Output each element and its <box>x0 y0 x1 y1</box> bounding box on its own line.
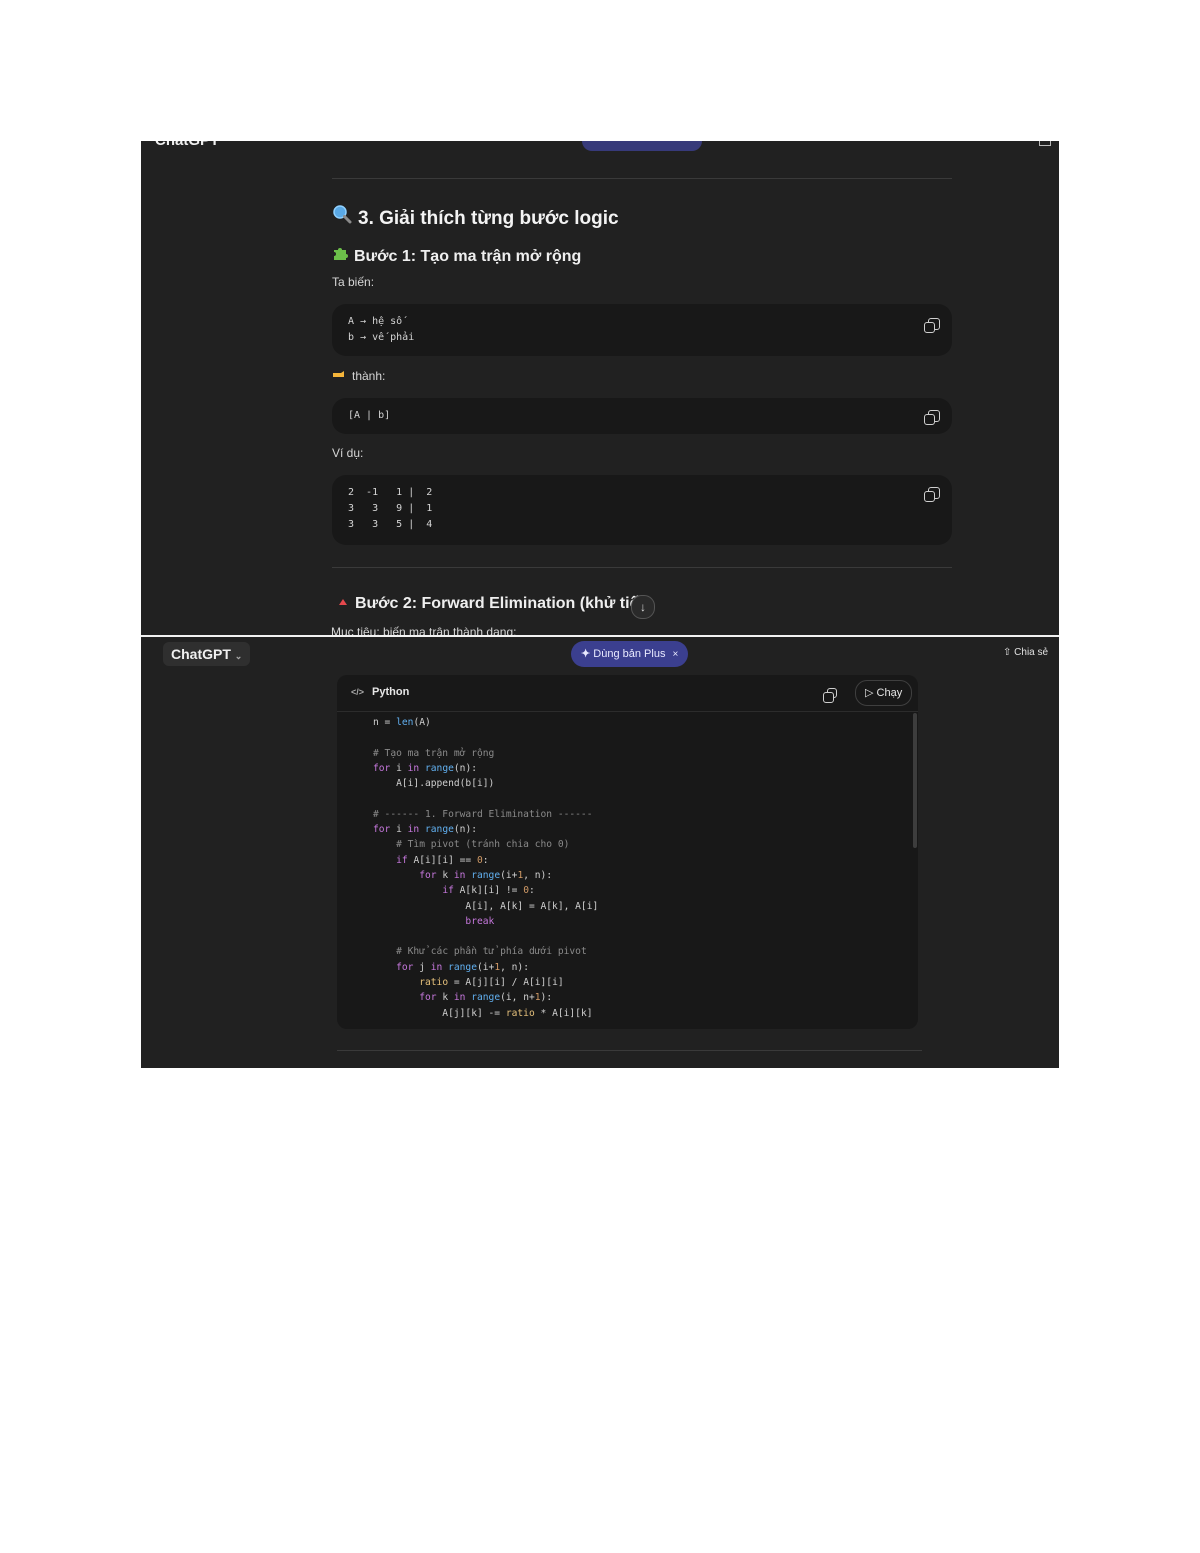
section-divider <box>332 567 952 568</box>
copy-icon[interactable] <box>924 487 940 502</box>
puzzle-icon <box>332 245 348 266</box>
step2-heading: Bước 2: Forward Elimination (khử tiến <box>337 595 648 613</box>
text-ta-bien: Ta biến: <box>332 275 375 289</box>
step1-title: Bước 1: Tạo ma trận mở rộng <box>354 248 582 265</box>
code-scrollbar[interactable] <box>913 713 917 848</box>
chat-screenshot-code: ChatGPT ⌄ ✦ Dùng bản Plus × ⇧ Chia sẻ </… <box>141 637 1059 1068</box>
run-button[interactable]: ▷ Chạy <box>855 680 913 706</box>
share-icon: ⇧ <box>1003 647 1012 658</box>
upgrade-plus-button[interactable]: ✦ Dùng bản Plus × <box>571 641 689 667</box>
header-cut-off: ChatGPT <box>141 141 1059 151</box>
section-heading: 3. Giải thích từng bước logic <box>332 204 619 230</box>
text-thanh-label: thành: <box>352 369 386 383</box>
close-icon[interactable]: × <box>673 649 679 660</box>
text-thanh: thành: <box>332 368 385 383</box>
share-icon[interactable] <box>1039 141 1051 146</box>
copy-icon[interactable] <box>924 318 940 333</box>
model-menu[interactable]: ChatGPT ⌄ <box>163 642 251 666</box>
code-block-1-text: A → hệ số b → vế phải <box>348 316 415 343</box>
code-block-3: 2 -1 1 | 2 3 3 9 | 1 3 3 5 | 4 <box>332 475 952 545</box>
upgrade-pill-cut[interactable] <box>582 141 702 151</box>
python-code-text: n = len(A) # Tạo ma trận mở rộng for i i… <box>373 717 599 1019</box>
copy-icon[interactable] <box>823 688 837 703</box>
scroll-down-button[interactable]: ↓ <box>631 595 655 619</box>
python-code-block: </> Python ▷ Chạy n = len(A) # Tạo ma trậ… <box>337 675 918 1029</box>
pointing-hand-icon <box>332 368 346 383</box>
model-menu-cut[interactable]: ChatGPT <box>155 141 219 149</box>
model-menu-label: ChatGPT <box>171 646 231 662</box>
code-block-1: A → hệ số b → vế phải <box>332 304 952 356</box>
code-block-2-text: [A | b] <box>348 410 391 421</box>
sparkle-icon: ✦ <box>581 648 591 660</box>
upgrade-label: Dùng bản Plus <box>593 648 666 660</box>
step2-title: Bước 2: Forward Elimination (khử tiến <box>355 595 649 612</box>
chevron-down-icon: ⌄ <box>234 651 243 661</box>
code-block-2: [A | b] <box>332 398 952 434</box>
code-icon: </> <box>351 687 365 697</box>
cut-off-text: Mục tiêu: biến ma trận thành dạng: <box>331 625 517 635</box>
arrow-down-icon: ↓ <box>640 600 646 614</box>
run-label: Chạy <box>876 687 903 699</box>
share-label: Chia sẻ <box>1014 647 1049 658</box>
code-language-label: Python <box>372 686 410 698</box>
section-divider <box>332 178 952 179</box>
step1-heading: Bước 1: Tạo ma trận mở rộng <box>332 245 581 266</box>
triangle-icon <box>337 595 349 613</box>
play-icon: ▷ <box>865 687 874 699</box>
code-block-3-text: 2 -1 1 | 2 3 3 9 | 1 3 3 5 | 4 <box>348 487 433 530</box>
code-language: </> Python <box>351 686 409 698</box>
magnifier-icon <box>332 204 352 230</box>
share-button[interactable]: ⇧ Chia sẻ <box>1003 647 1048 658</box>
text-vidu: Ví dụ: <box>332 446 364 460</box>
code-header: </> Python ▷ Chạy <box>337 675 918 712</box>
copy-icon[interactable] <box>924 410 940 425</box>
chat-screenshot-explanation: ChatGPT 3. Giải thích từng bước logic Bư… <box>141 141 1059 635</box>
section-divider <box>337 1050 922 1051</box>
section-title: 3. Giải thích từng bước logic <box>358 208 619 229</box>
